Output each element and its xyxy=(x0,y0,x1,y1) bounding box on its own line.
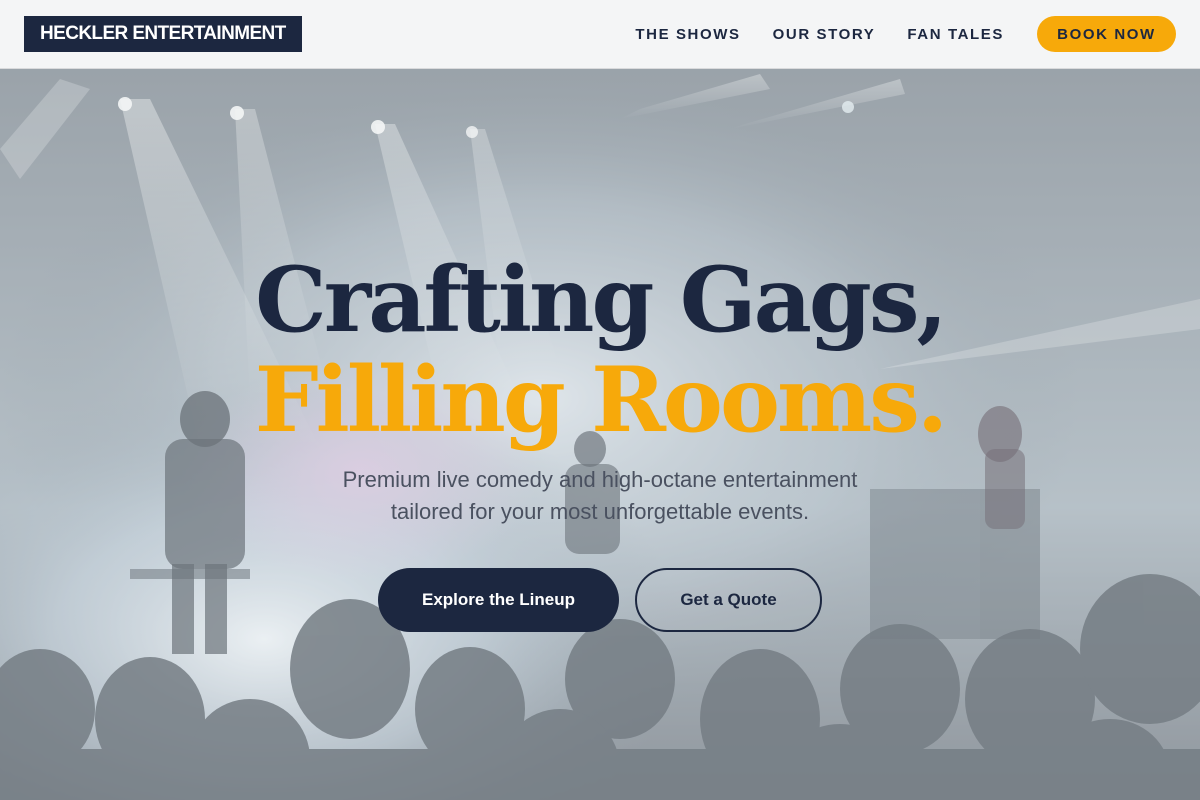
hero-subtitle-line-2: tailored for your most unforgettable eve… xyxy=(390,499,810,524)
get-quote-button[interactable]: Get a Quote xyxy=(635,568,822,632)
explore-lineup-button[interactable]: Explore the Lineup xyxy=(378,568,619,632)
site-header: HECKLER ENTERTAINMENT THE SHOWS OUR STOR… xyxy=(0,0,1200,69)
brand-logo[interactable]: HECKLER ENTERTAINMENT xyxy=(24,16,302,52)
hero-headline-line-2: Filling Rooms. xyxy=(254,347,948,453)
book-now-button[interactable]: BOOK NOW xyxy=(1037,16,1176,52)
main-nav: THE SHOWS OUR STORY FAN TALES BOOK NOW xyxy=(603,16,1176,52)
hero-content: Crafting Gags, Filling Rooms. Premium li… xyxy=(0,69,1200,800)
nav-link-fan-tales[interactable]: FAN TALES xyxy=(907,26,1004,43)
nav-link-our-story[interactable]: OUR STORY xyxy=(773,26,876,43)
hero-subtitle-line-1: Premium live comedy and high-octane ente… xyxy=(342,467,858,492)
nav-link-the-shows[interactable]: THE SHOWS xyxy=(635,26,740,43)
hero-headline-line-1: Crafting Gags, xyxy=(255,247,948,353)
